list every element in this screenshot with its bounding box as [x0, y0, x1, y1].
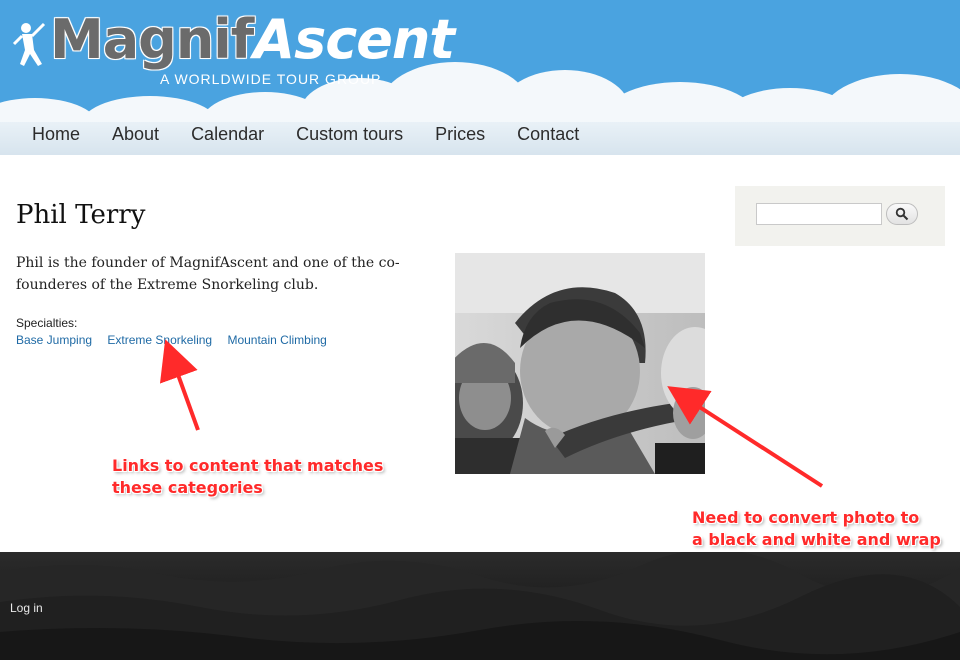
login-link[interactable]: Log in: [10, 601, 43, 615]
annotation-links-note: Links to content that matches these cate…: [112, 456, 384, 497]
footer-texture: [0, 552, 960, 660]
site-footer: Log in: [0, 552, 960, 660]
